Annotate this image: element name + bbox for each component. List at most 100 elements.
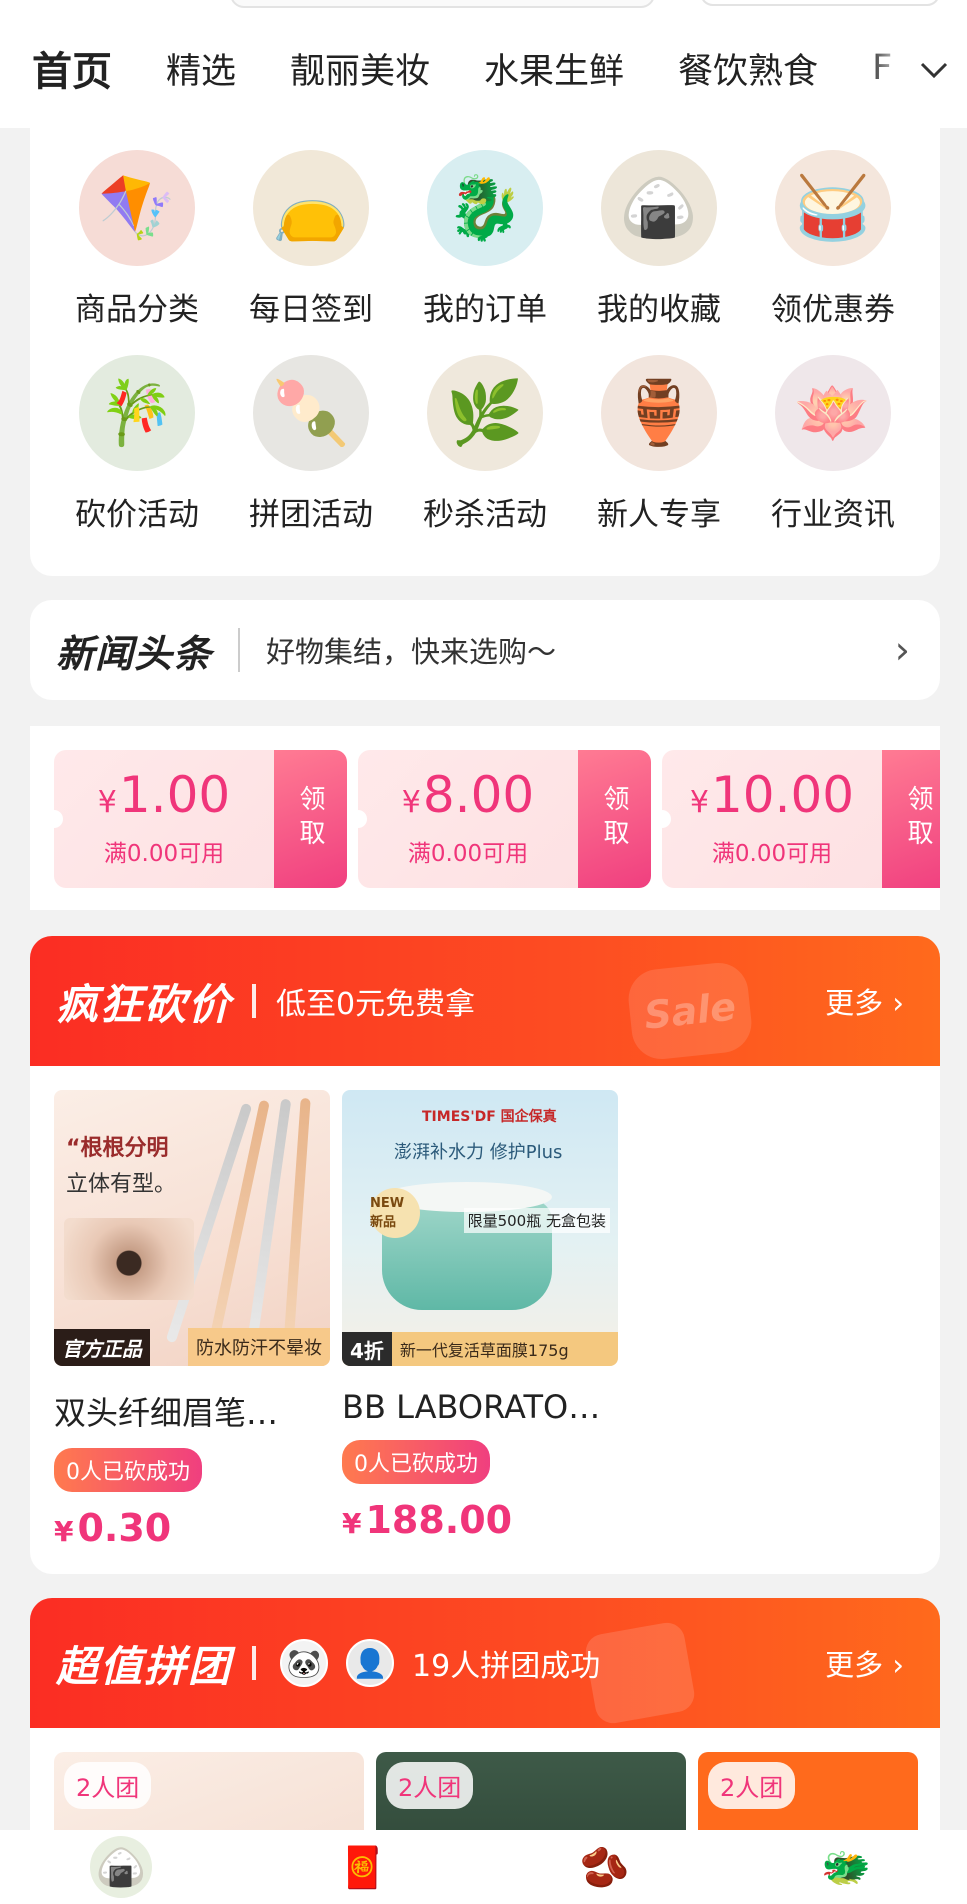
search-bar-stub[interactable] (230, 0, 655, 8)
new-badge: NEW 新品 (370, 1188, 420, 1238)
image-caption: “根根分明 (66, 1136, 169, 1161)
grid-item-8[interactable]: 🏺 新人专享 (572, 355, 746, 534)
promo-text: 新一代复活草面膜175g (399, 1341, 569, 1360)
zongzi-nav-icon[interactable]: 🍙 (89, 1836, 152, 1898)
grid-item-5[interactable]: 🎋 砍价活动 (50, 355, 224, 534)
claim-button[interactable]: 领取 (274, 750, 347, 888)
grid-item-6[interactable]: 🍡 拼团活动 (224, 355, 398, 534)
product-image: TIMES'DF 国企保真 澎湃补水力 修护Plus NEW 新品 限量500瓶… (342, 1090, 618, 1366)
grid-item-label: 商品分类 (75, 292, 199, 328)
coupon-strip: ¥1.00 满0.00可用 领取 ¥8.00 满0.00可用 领取 ¥10.00 满0.00可… (30, 726, 940, 910)
bargain-count-badge: 0人已砍成功 (54, 1448, 202, 1492)
news-ticker[interactable]: 新闻头条 好物集结，快来选购～ › (30, 600, 940, 700)
dragon-nav-icon[interactable]: 🐲 (815, 1836, 878, 1898)
tab-deli[interactable]: 餐饮熟食 (678, 43, 818, 94)
coupon-value: ¥1.00 满0.00可用 (54, 750, 274, 888)
coupon-card[interactable]: ¥1.00 满0.00可用 领取 (54, 750, 347, 888)
bargain-header: 疯狂砍价 低至0元免费拿 Sale 更多 › (30, 936, 940, 1066)
grid-item-label: 砍价活动 (75, 497, 199, 533)
group-size-badge: 2人团 (708, 1762, 796, 1809)
feature-tag: 防水防汗不晕妆 (188, 1328, 330, 1366)
section-subtitle: 低至0元免费拿 (276, 987, 476, 1022)
coupon-amount: ¥10.00 (690, 770, 854, 820)
product-name: 双头纤细眉笔… (54, 1394, 279, 1432)
currency-symbol: ¥ (401, 785, 421, 820)
currency-symbol: ¥ (97, 785, 117, 820)
price-value: 188.00 (365, 1498, 513, 1542)
tab-featured[interactable]: 精选 (166, 43, 236, 94)
coupon-amount: ¥1.00 (98, 770, 230, 820)
bottom-nav: 🍙 🧧 🫘 🐲 (0, 1830, 967, 1904)
currency-symbol: ¥ (54, 1515, 74, 1548)
group-size-badge: 2人团 (64, 1762, 152, 1809)
drum-icon: 🥁 (775, 150, 891, 266)
brand-text: TIMES'DF 国企保真 (422, 1109, 557, 1125)
grid-item-label: 每日签到 (249, 292, 373, 328)
currency-symbol: ¥ (689, 785, 709, 820)
product-price: ¥188.00 (342, 1498, 618, 1542)
grid-item-0[interactable]: 🪁 商品分类 (50, 150, 224, 329)
mugwort-icon: 🌿 (427, 355, 543, 471)
amount-value: 1.00 (118, 766, 231, 824)
grid-item-label: 我的订单 (423, 292, 547, 328)
coupon-value: ¥8.00 满0.00可用 (358, 750, 578, 888)
bargain-count-badge: 0人已砍成功 (342, 1440, 490, 1484)
image-caption: 立体有型。 (66, 1172, 177, 1197)
coupon-value: ¥10.00 满0.00可用 (662, 750, 882, 888)
tab-home[interactable]: 首页 (32, 39, 112, 97)
bargain-products: “根根分明 立体有型。 官方正品 防水防汗不晕妆 双头纤细眉笔… 0人已砍成功 … (54, 1090, 630, 1550)
pencil-shape (283, 1097, 311, 1349)
section-title: 疯狂砍价 (56, 979, 233, 1029)
beans-nav-icon[interactable]: 🫘 (573, 1836, 636, 1898)
grid-item-2[interactable]: 🐉 我的订单 (398, 150, 572, 329)
more-button[interactable]: 更多 › (825, 980, 904, 1022)
more-button[interactable]: 更多 › (825, 1642, 904, 1684)
chevron-right-icon: › (894, 628, 910, 672)
coupon-condition: 满0.00可用 (711, 841, 833, 867)
grid-item-label: 行业资讯 (771, 497, 895, 533)
pouch-icon: 👝 (253, 150, 369, 266)
category-tabs: 首页 精选 靓丽美妆 水果生鲜 餐饮熟食 F (0, 38, 967, 98)
coupon-card[interactable]: ¥8.00 满0.00可用 领取 (358, 750, 651, 888)
promo-strip: 4折 新一代复活草面膜175g (342, 1332, 618, 1366)
tab-beauty[interactable]: 靓丽美妆 (290, 43, 430, 94)
amount-value: 10.00 (710, 766, 855, 824)
grid-item-1[interactable]: 👝 每日签到 (224, 150, 398, 329)
claim-button[interactable]: 领取 (578, 750, 651, 888)
price-value: 0.30 (77, 1506, 172, 1550)
grid-item-9[interactable]: 🪷 行业资讯 (746, 355, 920, 534)
bargain-section: 疯狂砍价 低至0元免费拿 Sale 更多 › “根根分明 立体有型。 官方正品 … (30, 936, 940, 1574)
action-button-stub[interactable] (700, 0, 940, 6)
divider (252, 1646, 257, 1680)
group-header: 超值拼团 🐼 👤 19人拼团成功 更多 › (30, 1598, 940, 1728)
eye-image (64, 1218, 194, 1300)
tabs-expand-button[interactable] (867, 38, 967, 98)
qingtuan-icon: 🍡 (253, 355, 369, 471)
product-image: “根根分明 立体有型。 官方正品 防水防汗不晕妆 (54, 1090, 330, 1366)
discount-badge: 4折 (342, 1332, 392, 1366)
grid-item-label: 新人专享 (597, 497, 721, 533)
kite-icon: 🪁 (79, 150, 195, 266)
lotus-icon: 🪷 (775, 355, 891, 471)
divider (252, 984, 257, 1018)
bamboo-icon: 🎋 (79, 355, 195, 471)
avatar: 🐼 (280, 1639, 329, 1687)
coupon-condition: 满0.00可用 (103, 841, 225, 867)
grid-item-7[interactable]: 🌿 秒杀活动 (398, 355, 572, 534)
coupon-condition: 满0.00可用 (407, 841, 529, 867)
sale-badge-icon: Sale (625, 959, 755, 1063)
shopping-bag-icon (582, 1620, 698, 1726)
product-card[interactable]: TIMES'DF 国企保真 澎湃补水力 修护Plus NEW 新品 限量500瓶… (342, 1090, 618, 1550)
currency-symbol: ¥ (342, 1507, 362, 1540)
top-bar: 首页 精选 靓丽美妆 水果生鲜 餐饮熟食 F (0, 0, 967, 128)
grid-item-4[interactable]: 🥁 领优惠券 (746, 150, 920, 329)
product-card[interactable]: “根根分明 立体有型。 官方正品 防水防汗不晕妆 双头纤细眉笔… 0人已砍成功 … (54, 1090, 330, 1550)
divider (238, 628, 241, 672)
avatar-group: 🐼 👤 (280, 1639, 412, 1687)
chevron-down-icon (919, 49, 949, 87)
grid-item-3[interactable]: 🍙 我的收藏 (572, 150, 746, 329)
coupon-card[interactable]: ¥10.00 满0.00可用 领取 (662, 750, 940, 888)
claim-button[interactable]: 领取 (882, 750, 940, 888)
pouch-nav-icon[interactable]: 🧧 (331, 1836, 394, 1898)
tab-fresh-fruit[interactable]: 水果生鲜 (484, 43, 624, 94)
